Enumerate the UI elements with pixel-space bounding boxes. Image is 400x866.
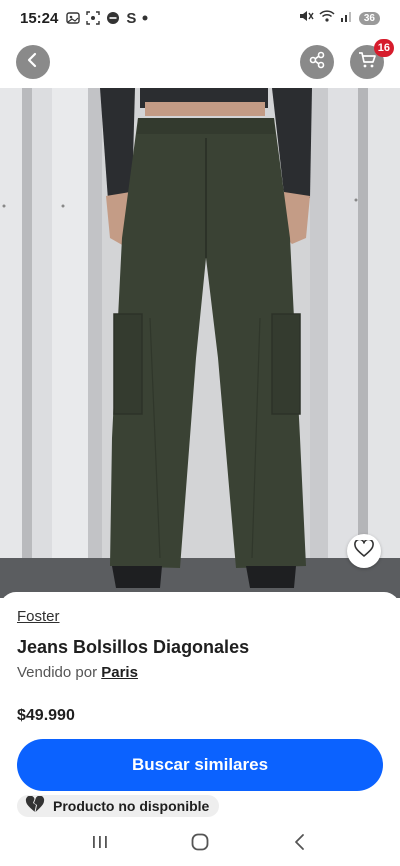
seller-info: Vendido por Paris <box>17 664 138 681</box>
system-back-button[interactable] <box>280 829 320 859</box>
share-icon <box>308 51 326 74</box>
recents-icon <box>91 834 109 855</box>
screenshot-icon <box>86 11 101 25</box>
product-title: Jeans Bolsillos Diagonales <box>17 637 250 657</box>
cart-button[interactable]: 16 <box>350 39 394 79</box>
broken-heart-icon <box>25 795 45 816</box>
product-details-sheet: Foster Jeans Bolsillos Diagonales Vendid… <box>0 592 400 822</box>
heart-icon <box>354 538 374 563</box>
signal-icon <box>340 9 354 28</box>
battery-indicator: 36 <box>358 11 380 25</box>
product-price: $49.990 <box>17 707 75 724</box>
back-button[interactable] <box>16 45 50 79</box>
product-image <box>0 88 400 598</box>
home-button[interactable] <box>180 829 220 859</box>
brand-link[interactable]: Foster <box>17 608 60 625</box>
system-navigation-bar <box>0 822 400 866</box>
unavailable-badge: Producto no disponible <box>17 795 220 817</box>
photo-icon <box>66 11 81 25</box>
dnd-icon <box>106 11 120 25</box>
back-arrow-icon <box>25 52 41 73</box>
dot-icon <box>142 15 148 21</box>
seller-prefix: Vendido por <box>17 664 98 681</box>
top-app-bar: 16 <box>0 36 400 88</box>
home-icon <box>190 832 210 857</box>
recents-button[interactable] <box>80 829 120 859</box>
cart-icon <box>358 51 376 74</box>
unavailable-label: Producto no disponible <box>53 798 210 814</box>
status-bar: 15:24 S 36 <box>0 0 400 36</box>
search-similar-button[interactable]: Buscar similares <box>17 739 383 791</box>
back-icon <box>292 833 308 856</box>
status-time: 15:24 <box>20 9 59 27</box>
share-button[interactable] <box>300 45 334 79</box>
seller-link[interactable]: Paris <box>101 664 138 681</box>
mute-icon <box>298 9 314 28</box>
status-left-icons: S <box>66 10 148 27</box>
cart-count-badge: 16 <box>373 39 394 57</box>
status-right: 36 <box>298 9 380 28</box>
favorite-button[interactable] <box>347 534 381 568</box>
wifi-icon <box>319 9 335 28</box>
product-image-gallery[interactable] <box>0 88 400 598</box>
s-icon: S <box>126 9 137 27</box>
